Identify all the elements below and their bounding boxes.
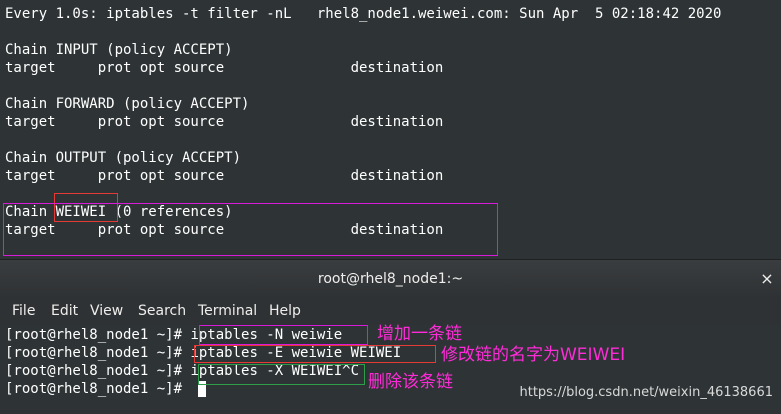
chain-forward-columns: target prot opt source destination [5,114,444,130]
watch-output-pane[interactable]: Every 1.0s: iptables -t filter -nL rhel8… [0,0,781,259]
chain-output-title: Chain OUTPUT (policy ACCEPT) [5,150,242,166]
chain-input-columns: target prot opt source destination [5,60,444,76]
menu-help[interactable]: Help [269,297,301,325]
shell-prompt: [root@rhel8_node1 ~]# [5,381,191,397]
chain-block-highlight-box [3,203,498,256]
shell-prompt: [root@rhel8_node1 ~]# [5,363,191,379]
annotation-rename-chain: 修改链的名字为WEIWEI [441,345,626,365]
watch-header: Every 1.0s: iptables -t filter -nL rhel8… [5,6,722,22]
watermark: https://blog.csdn.net/weixin_46138661 [519,385,773,400]
menu-terminal[interactable]: Terminal [198,297,257,325]
annotation-delete-chain: 删除该条链 [368,372,453,392]
close-icon[interactable]: × [757,269,777,289]
annotation-add-chain: 增加一条链 [377,324,462,344]
window-title: root@rhel8_node1:~ [317,271,464,287]
chain-forward-title: Chain FORWARD (policy ACCEPT) [5,96,250,112]
shell-line: [root@rhel8_node1 ~]# [5,380,190,398]
command-highlight-box [199,325,368,345]
shell-prompt: [root@rhel8_node1 ~]# [5,327,191,343]
menu-search[interactable]: Search [138,297,186,325]
menu-file[interactable]: File [12,297,35,325]
menu-edit[interactable]: Edit [51,297,78,325]
command-highlight-box [194,345,436,363]
command-highlight-box [198,364,365,385]
chain-input-title: Chain INPUT (policy ACCEPT) [5,42,233,58]
shell-prompt: [root@rhel8_node1 ~]# [5,345,191,361]
menu-bar: File Edit View Search Terminal Help [0,297,781,326]
window-titlebar[interactable]: root@rhel8_node1:~ × [0,259,781,298]
menu-view[interactable]: View [90,297,123,325]
chain-output-columns: target prot opt source destination [5,168,444,184]
